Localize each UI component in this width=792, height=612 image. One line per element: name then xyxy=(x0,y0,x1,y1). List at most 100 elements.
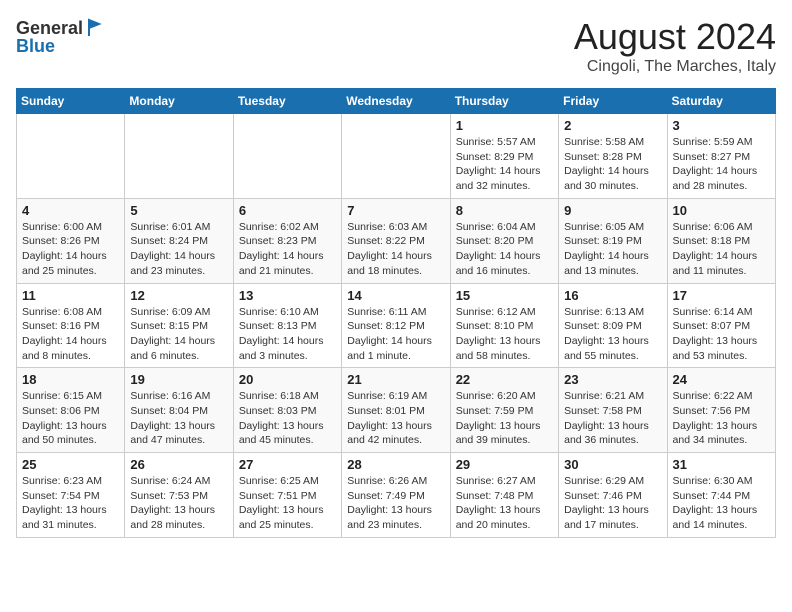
table-row: 19 Sunrise: 6:16 AM Sunset: 8:04 PM Dayli… xyxy=(125,368,233,453)
table-row: 31Sunrise: 6:30 AM Sunset: 7:44 PM Dayli… xyxy=(667,453,775,538)
day-number: 9 xyxy=(564,203,661,218)
table-row: 26 Sunrise: 6:24 AM Sunset: 7:53 PM Dayli… xyxy=(125,453,233,538)
table-row: 11Sunrise: 6:08 AM Sunset: 8:16 PM Dayli… xyxy=(17,283,125,368)
table-row: 25 Sunrise: 6:23 AM Sunset: 7:54 PM Dayli… xyxy=(17,453,125,538)
day-info: Sunrise: 6:12 AM Sunset: 8:10 PM Dayligh… xyxy=(456,305,553,364)
month-year-title: August 2024 xyxy=(574,16,776,58)
table-row: 30 Sunrise: 6:29 AM Sunset: 7:46 PM Dayli… xyxy=(559,453,667,538)
table-row xyxy=(17,114,125,199)
table-row: 3 Sunrise: 5:59 AM Sunset: 8:27 PM Daylig… xyxy=(667,114,775,199)
day-info: Sunrise: 6:00 AM Sunset: 8:26 PM Dayligh… xyxy=(22,220,119,279)
table-row: 29 Sunrise: 6:27 AM Sunset: 7:48 PM Dayli… xyxy=(450,453,558,538)
day-number: 21 xyxy=(347,372,444,387)
calendar-header-row: Sunday Monday Tuesday Wednesday Thursday… xyxy=(17,89,776,114)
table-row: 6 Sunrise: 6:02 AM Sunset: 8:23 PM Daylig… xyxy=(233,198,341,283)
header-monday: Monday xyxy=(125,89,233,114)
day-number: 16 xyxy=(564,288,661,303)
table-row: 28 Sunrise: 6:26 AM Sunset: 7:49 PM Dayli… xyxy=(342,453,450,538)
day-info: Sunrise: 6:01 AM Sunset: 8:24 PM Dayligh… xyxy=(130,220,227,279)
table-row: 5 Sunrise: 6:01 AM Sunset: 8:24 PM Daylig… xyxy=(125,198,233,283)
table-row: 12 Sunrise: 6:09 AM Sunset: 8:15 PM Dayli… xyxy=(125,283,233,368)
table-row: 20Sunrise: 6:18 AM Sunset: 8:03 PM Dayli… xyxy=(233,368,341,453)
table-row: 23Sunrise: 6:21 AM Sunset: 7:58 PM Dayli… xyxy=(559,368,667,453)
day-number: 18 xyxy=(22,372,119,387)
table-row xyxy=(125,114,233,199)
header-thursday: Thursday xyxy=(450,89,558,114)
day-info: Sunrise: 6:13 AM Sunset: 8:09 PM Dayligh… xyxy=(564,305,661,364)
day-info: Sunrise: 5:57 AM Sunset: 8:29 PM Dayligh… xyxy=(456,135,553,194)
day-number: 12 xyxy=(130,288,227,303)
day-number: 5 xyxy=(130,203,227,218)
day-number: 11 xyxy=(22,288,119,303)
header-friday: Friday xyxy=(559,89,667,114)
day-info: Sunrise: 6:02 AM Sunset: 8:23 PM Dayligh… xyxy=(239,220,336,279)
day-number: 19 xyxy=(130,372,227,387)
header-saturday: Saturday xyxy=(667,89,775,114)
day-info: Sunrise: 6:11 AM Sunset: 8:12 PM Dayligh… xyxy=(347,305,444,364)
day-number: 3 xyxy=(673,118,770,133)
day-info: Sunrise: 5:59 AM Sunset: 8:27 PM Dayligh… xyxy=(673,135,770,194)
day-number: 17 xyxy=(673,288,770,303)
table-row: 10 Sunrise: 6:06 AM Sunset: 8:18 PM Dayli… xyxy=(667,198,775,283)
calendar-week-row: 18 Sunrise: 6:15 AM Sunset: 8:06 PM Dayli… xyxy=(17,368,776,453)
table-row: 17 Sunrise: 6:14 AM Sunset: 8:07 PM Dayli… xyxy=(667,283,775,368)
day-number: 7 xyxy=(347,203,444,218)
page-header: General Blue August 2024 Cingoli, The Ma… xyxy=(16,16,776,76)
day-number: 29 xyxy=(456,457,553,472)
day-number: 1 xyxy=(456,118,553,133)
table-row: 13 Sunrise: 6:10 AM Sunset: 8:13 PM Dayli… xyxy=(233,283,341,368)
table-row xyxy=(233,114,341,199)
table-row: 15 Sunrise: 6:12 AM Sunset: 8:10 PM Dayli… xyxy=(450,283,558,368)
day-number: 14 xyxy=(347,288,444,303)
day-number: 15 xyxy=(456,288,553,303)
table-row: 7Sunrise: 6:03 AM Sunset: 8:22 PM Daylig… xyxy=(342,198,450,283)
table-row: 1 Sunrise: 5:57 AM Sunset: 8:29 PM Daylig… xyxy=(450,114,558,199)
day-info: Sunrise: 6:16 AM Sunset: 8:04 PM Dayligh… xyxy=(130,389,227,448)
day-info: Sunrise: 6:25 AM Sunset: 7:51 PM Dayligh… xyxy=(239,474,336,533)
day-number: 31 xyxy=(673,457,770,472)
day-info: Sunrise: 5:58 AM Sunset: 8:28 PM Dayligh… xyxy=(564,135,661,194)
day-number: 28 xyxy=(347,457,444,472)
header-wednesday: Wednesday xyxy=(342,89,450,114)
day-info: Sunrise: 6:24 AM Sunset: 7:53 PM Dayligh… xyxy=(130,474,227,533)
calendar-table: Sunday Monday Tuesday Wednesday Thursday… xyxy=(16,88,776,538)
day-number: 26 xyxy=(130,457,227,472)
day-number: 4 xyxy=(22,203,119,218)
day-info: Sunrise: 6:27 AM Sunset: 7:48 PM Dayligh… xyxy=(456,474,553,533)
day-info: Sunrise: 6:06 AM Sunset: 8:18 PM Dayligh… xyxy=(673,220,770,279)
day-info: Sunrise: 6:15 AM Sunset: 8:06 PM Dayligh… xyxy=(22,389,119,448)
day-info: Sunrise: 6:20 AM Sunset: 7:59 PM Dayligh… xyxy=(456,389,553,448)
day-number: 2 xyxy=(564,118,661,133)
table-row: 16 Sunrise: 6:13 AM Sunset: 8:09 PM Dayli… xyxy=(559,283,667,368)
calendar-week-row: 4 Sunrise: 6:00 AM Sunset: 8:26 PM Daylig… xyxy=(17,198,776,283)
day-info: Sunrise: 6:10 AM Sunset: 8:13 PM Dayligh… xyxy=(239,305,336,364)
day-number: 24 xyxy=(673,372,770,387)
day-info: Sunrise: 6:14 AM Sunset: 8:07 PM Dayligh… xyxy=(673,305,770,364)
day-info: Sunrise: 6:23 AM Sunset: 7:54 PM Dayligh… xyxy=(22,474,119,533)
table-row: 9Sunrise: 6:05 AM Sunset: 8:19 PM Daylig… xyxy=(559,198,667,283)
day-info: Sunrise: 6:29 AM Sunset: 7:46 PM Dayligh… xyxy=(564,474,661,533)
location-subtitle: Cingoli, The Marches, Italy xyxy=(574,58,776,76)
title-block: August 2024 Cingoli, The Marches, Italy xyxy=(574,16,776,76)
day-number: 22 xyxy=(456,372,553,387)
calendar-week-row: 1 Sunrise: 5:57 AM Sunset: 8:29 PM Daylig… xyxy=(17,114,776,199)
logo: General Blue xyxy=(16,16,109,57)
day-info: Sunrise: 6:09 AM Sunset: 8:15 PM Dayligh… xyxy=(130,305,227,364)
calendar-week-row: 25 Sunrise: 6:23 AM Sunset: 7:54 PM Dayli… xyxy=(17,453,776,538)
day-info: Sunrise: 6:19 AM Sunset: 8:01 PM Dayligh… xyxy=(347,389,444,448)
day-info: Sunrise: 6:18 AM Sunset: 8:03 PM Dayligh… xyxy=(239,389,336,448)
day-number: 25 xyxy=(22,457,119,472)
table-row: 4 Sunrise: 6:00 AM Sunset: 8:26 PM Daylig… xyxy=(17,198,125,283)
day-number: 6 xyxy=(239,203,336,218)
day-number: 30 xyxy=(564,457,661,472)
day-number: 10 xyxy=(673,203,770,218)
table-row: 2 Sunrise: 5:58 AM Sunset: 8:28 PM Daylig… xyxy=(559,114,667,199)
day-info: Sunrise: 6:26 AM Sunset: 7:49 PM Dayligh… xyxy=(347,474,444,533)
day-number: 23 xyxy=(564,372,661,387)
day-number: 13 xyxy=(239,288,336,303)
day-number: 27 xyxy=(239,457,336,472)
day-info: Sunrise: 6:22 AM Sunset: 7:56 PM Dayligh… xyxy=(673,389,770,448)
calendar-week-row: 11Sunrise: 6:08 AM Sunset: 8:16 PM Dayli… xyxy=(17,283,776,368)
table-row: 24 Sunrise: 6:22 AM Sunset: 7:56 PM Dayli… xyxy=(667,368,775,453)
header-sunday: Sunday xyxy=(17,89,125,114)
